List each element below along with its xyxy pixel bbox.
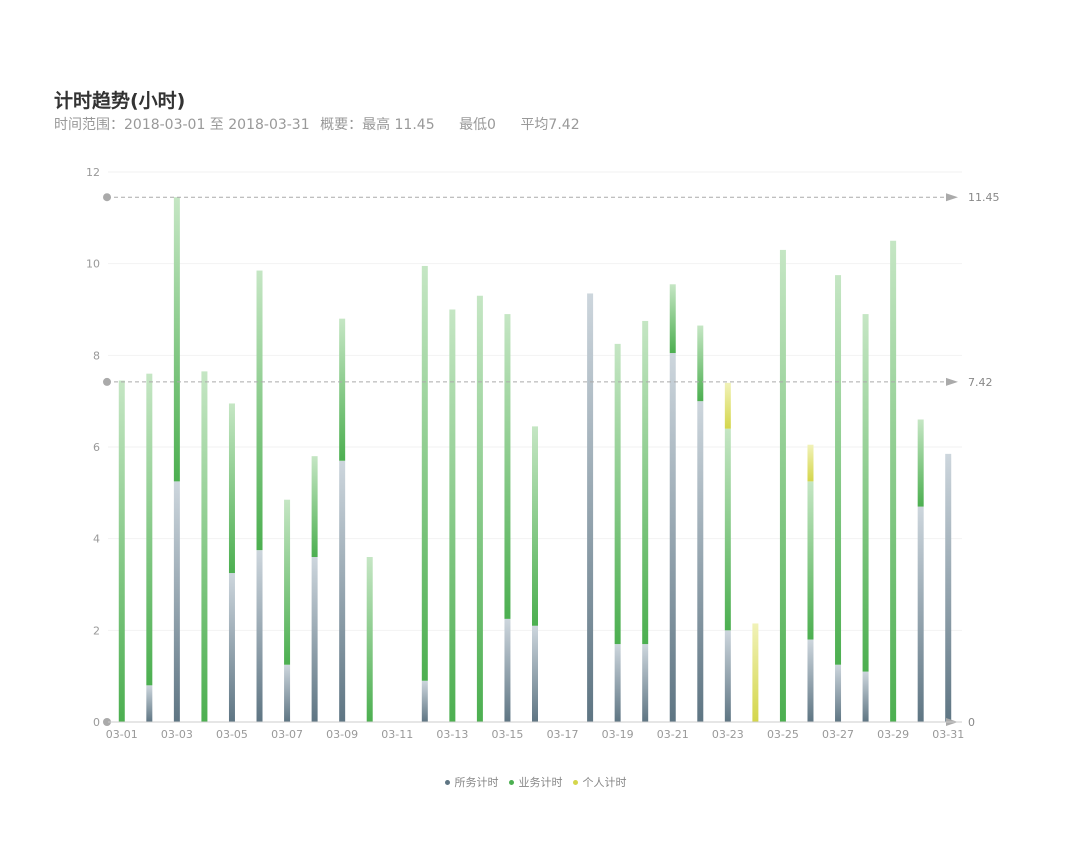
x-tick-label: 03-05 [216,728,248,741]
bar-segment [614,343,621,645]
legend-item[interactable]: 所务计时 [444,774,499,790]
legend-dot-icon [508,779,514,785]
bar-segment [284,664,291,722]
bar-segment [532,426,538,626]
x-tick-label: 03-19 [602,728,634,741]
bar-segment [173,197,180,482]
y-tick-label: 10 [86,258,100,271]
bar-segment [917,506,924,722]
x-tick-label: 03-21 [657,728,689,741]
x-tick-label: 03-09 [326,728,358,741]
bar-layer [118,197,952,722]
x-tick-label: 03-25 [767,728,799,741]
x-tick-label: 03-13 [436,728,468,741]
bar-segment [201,371,208,722]
bar-segment [366,557,373,722]
legend-dot-icon [572,779,578,785]
bar-segment [945,453,952,722]
bar-segment [228,573,235,722]
bar-segment [779,249,786,722]
x-tick-label: 03-23 [712,728,744,741]
bar-segment [642,644,649,722]
bar-segment [724,382,731,429]
legend: 所务计时 业务计时 个人计时 [0,774,1071,790]
bar-segment [587,293,594,722]
bar-segment [504,314,511,619]
bar-segment [449,309,456,722]
bar-segment [173,481,180,722]
x-tick-label: 03-15 [491,728,523,741]
legend-item[interactable]: 个人计时 [572,774,627,790]
markline-arrow [946,377,958,386]
bar-segment [532,625,538,722]
bar-segment [311,456,318,557]
markline-label: 0 [968,716,975,729]
x-tick-label: 03-27 [822,728,854,741]
bar-segment [697,401,704,722]
bar-segment [807,481,814,640]
bar-segment [669,284,676,354]
y-tick-label: 6 [93,441,100,454]
legend-label: 个人计时 [582,776,627,789]
bar-segment [118,380,125,722]
bar-segment [146,685,153,722]
bar-segment [228,403,235,574]
bar-segment [835,275,842,665]
legend-label: 业务计时 [518,776,563,789]
bar-segment [339,318,346,461]
bar-segment [421,265,428,681]
x-tick-label: 03-31 [932,728,964,741]
markline-start-dot [103,193,111,202]
bar-segment [642,320,649,645]
bar-segment [256,550,263,722]
x-tick-label: 03-11 [381,728,413,741]
bar-segment [146,373,153,686]
legend-dot-icon [444,779,450,785]
bar-segment [724,428,731,631]
axis-layer: 0 2 4 6 8 10 12 03-01 03-03 03-05 03-07 03-09 03-11 0… [86,166,964,741]
x-tick-label: 03-03 [161,728,193,741]
y-tick-label: 2 [93,624,100,637]
x-tick-label: 03-01 [106,728,138,741]
y-tick-label: 8 [93,349,100,362]
markline-arrow [946,193,958,202]
legend-item[interactable]: 业务计时 [508,774,563,790]
markline-label: 11.45 [968,191,1000,204]
bar-segment [504,618,511,722]
bar-segment [835,664,842,722]
bar-segment [862,671,869,722]
stacked-bar-chart: 11.45 7.42 0 0 2 4 6 8 10 12 03-01 03-03 03-05 03-07… [86,166,1000,741]
bar-segment [421,680,428,722]
y-tick-label: 0 [93,716,100,729]
bar-segment [614,644,621,722]
x-tick-label: 03-07 [271,728,303,741]
markline-start-dot [103,377,111,386]
bar-segment [890,240,897,722]
bar-segment [697,325,704,402]
bar-segment [862,314,869,672]
bar-segment [807,639,814,722]
y-tick-label: 12 [86,166,100,179]
legend-label: 所务计时 [454,776,499,789]
x-tick-label: 03-29 [877,728,909,741]
bar-segment [476,295,483,722]
bar-segment [752,623,759,722]
bar-segment [311,557,318,722]
bar-segment [256,270,263,551]
bar-segment [284,499,291,665]
bar-segment [339,460,346,722]
bar-segment [917,419,924,507]
markline-label: 7.42 [968,376,993,389]
x-tick-label: 03-17 [547,728,579,741]
bar-segment [807,444,814,482]
bar-segment [724,630,731,722]
bar-segment [669,353,676,722]
y-tick-label: 4 [93,533,100,546]
